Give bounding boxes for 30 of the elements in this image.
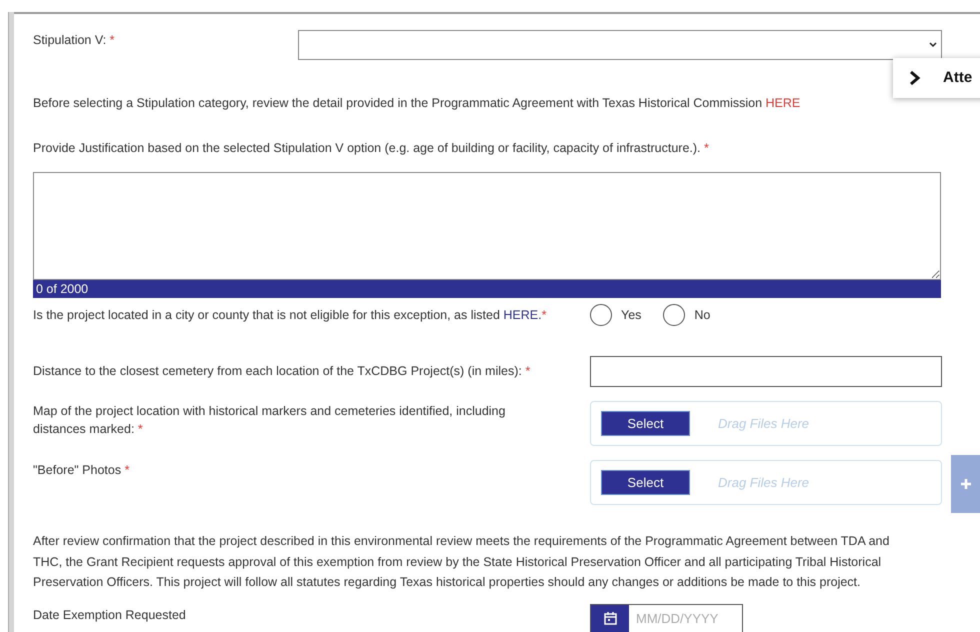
select-button[interactable]: Select [601, 411, 690, 436]
field-label: Stipulation V: * [33, 32, 116, 49]
review-note: Before selecting a Stipulation category, review the detail provided in the Programmatic Agreement with Texas Historical Commission HERE [33, 96, 800, 110]
file-drop-zone[interactable]: Select Drag Files Here [590, 460, 942, 505]
stipulation-select[interactable] [298, 30, 942, 60]
radio-label: No [694, 306, 710, 324]
side-panel[interactable]: Atte [893, 58, 980, 98]
field-label: Map of the project location with historical markers and cemeteries identified, including distances marked: * [33, 403, 506, 438]
justification-textarea[interactable] [33, 172, 941, 280]
field-label: Distance to the closest cemetery from each location of the TxCDBG Project(s) (in miles): * [33, 363, 532, 380]
drop-placeholder: Drag Files Here [718, 474, 810, 492]
radio-button[interactable] [590, 304, 612, 326]
field-label: "Before" Photos * [33, 462, 130, 479]
panel-title: Atte [943, 68, 972, 88]
caret-icon [929, 42, 937, 48]
chevron-right-icon [909, 70, 921, 86]
here-link[interactable]: HERE. [503, 308, 542, 322]
field-label: Provide Justification based on the selected Stipulation V option (e.g. age of building or facility, capacity of infrastructure.). * [33, 141, 709, 155]
select-button[interactable]: Select [601, 470, 690, 495]
distance-input[interactable] [590, 356, 942, 387]
here-link[interactable]: HERE [766, 96, 800, 110]
plus-icon [960, 478, 972, 490]
field-label: Date Exemption Requested [33, 606, 187, 624]
character-counter: 0 of 2000 [33, 280, 941, 298]
radio-button[interactable] [663, 304, 686, 326]
field-label: Is the project located in a city or county that is not eligible for this exception, as listed HERE.* [33, 306, 548, 324]
radio-label: Yes [621, 306, 642, 324]
certification-text: After review confirmation that the project described in this environmental review meets the requirements of the Programmatic Agreement between TDA and THC, the Grant Recipient requests approval of this exemption from review by the State Historical Preservation Officer and all participating Tribal Historical Preservation Officers. This project will follow all statutes regarding Texas historical properties should any changes or additions be made to this project. [33, 533, 890, 591]
file-drop-zone[interactable]: Select Drag Files Here [590, 401, 942, 446]
drop-placeholder: Drag Files Here [718, 414, 810, 433]
